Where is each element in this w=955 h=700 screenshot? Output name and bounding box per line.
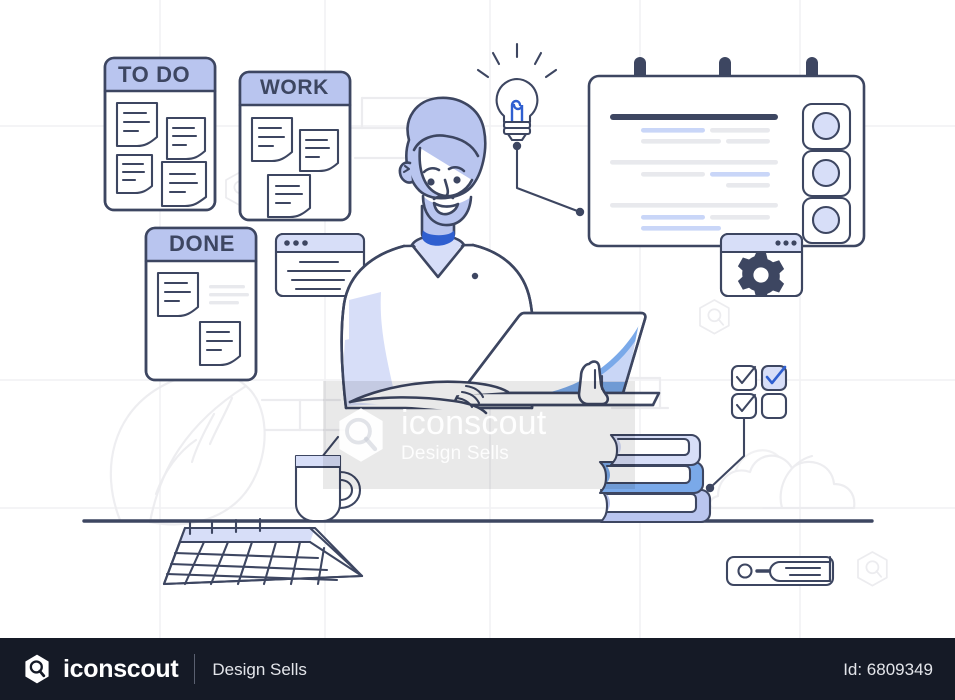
sticky-note [250,116,294,163]
shelf-book [725,555,835,587]
desk-calendar [162,517,364,586]
avatar-button [801,149,852,198]
checklist-item [730,392,758,420]
board-label-done: DONE [169,231,235,256]
checklist-item [730,364,758,392]
illustration-artwork: .s { fill:none; stroke:#3d4661; stroke-w… [0,0,955,638]
footer-bar: iconscout Design Sells Id: 6809349 [0,638,955,700]
illustration-canvas: .s { fill:none; stroke:#3d4661; stroke-w… [0,0,955,700]
footer-brand[interactable]: iconscout [22,654,179,684]
sticky-note [156,271,200,318]
footer-brand-name: iconscout [63,654,179,683]
board-label-work: WORK [260,76,329,99]
watermark-band [323,381,635,489]
sticky-note [298,128,340,173]
document-panel [587,57,866,248]
avatar-button [801,102,852,151]
sticky-note [115,101,159,148]
footer-divider [194,654,196,684]
footer-tagline: Design Sells [212,659,307,679]
iconscout-logo-icon [25,654,49,684]
connector-line-checklist [705,416,746,493]
ghost-cloud [708,454,856,510]
checklist-group [730,364,788,420]
checklist-item [760,392,788,420]
avatar-button [801,196,852,245]
sticky-note [115,153,154,195]
sticky-note [266,173,312,219]
ghost-plant [109,372,266,526]
gear-window [719,232,804,298]
board-label-todo: TO DO [118,62,191,87]
checklist-item [760,364,788,392]
sticky-note [165,116,207,161]
footer-asset-id: Id: 6809349 [843,659,933,679]
sticky-note [160,160,208,208]
connector-line-bulb [512,141,585,217]
sticky-note [198,320,242,367]
